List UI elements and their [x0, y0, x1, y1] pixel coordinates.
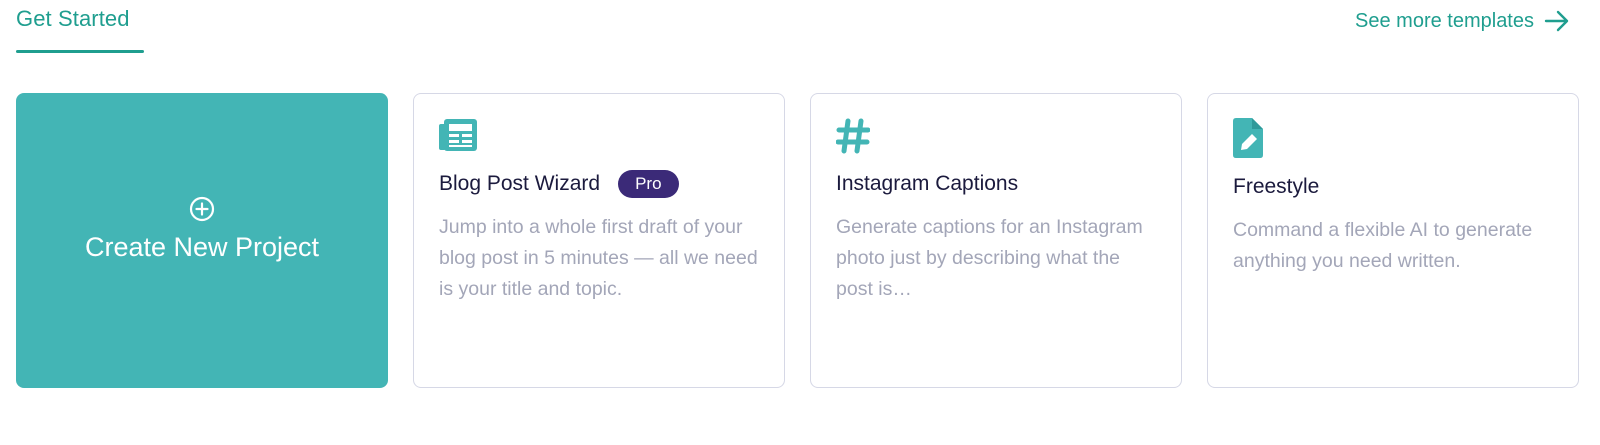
template-cards: Create New Project Blog Post Wizard Pro [16, 93, 1579, 388]
template-title: Blog Post Wizard [439, 172, 601, 195]
template-title: Instagram Captions [836, 172, 1019, 195]
get-started-section: Get Started See more templates Create Ne… [0, 0, 1600, 445]
template-card-freestyle[interactable]: Freestyle Command a flexible AI to gener… [1207, 93, 1579, 388]
newspaper-icon [439, 119, 477, 151]
template-description: Command a flexible AI to generate anythi… [1233, 219, 1533, 272]
template-description: Jump into a whole first draft of your bl… [439, 216, 758, 300]
create-new-project-card[interactable]: Create New Project [16, 93, 388, 388]
create-new-project-label: Create New Project [84, 232, 320, 262]
hashtag-icon [836, 118, 870, 154]
plus-circle-icon [189, 196, 215, 222]
template-card-instagram-captions[interactable]: Instagram Captions Generate captions for… [810, 93, 1182, 388]
arrow-right-icon [1544, 10, 1569, 32]
template-description: Generate captions for an Instagram photo… [836, 216, 1143, 300]
active-tab-indicator [16, 50, 144, 53]
see-more-templates-label: See more templates [1355, 9, 1534, 32]
pro-badge: Pro [618, 170, 679, 198]
template-card-blog-post-wizard[interactable]: Blog Post Wizard Pro Jump into a whole f… [413, 93, 785, 388]
tab-get-started[interactable]: Get Started [16, 6, 130, 32]
see-more-templates-link[interactable]: See more templates [1355, 9, 1570, 33]
template-title: Freestyle [1233, 175, 1320, 198]
file-pen-icon [1233, 118, 1263, 158]
